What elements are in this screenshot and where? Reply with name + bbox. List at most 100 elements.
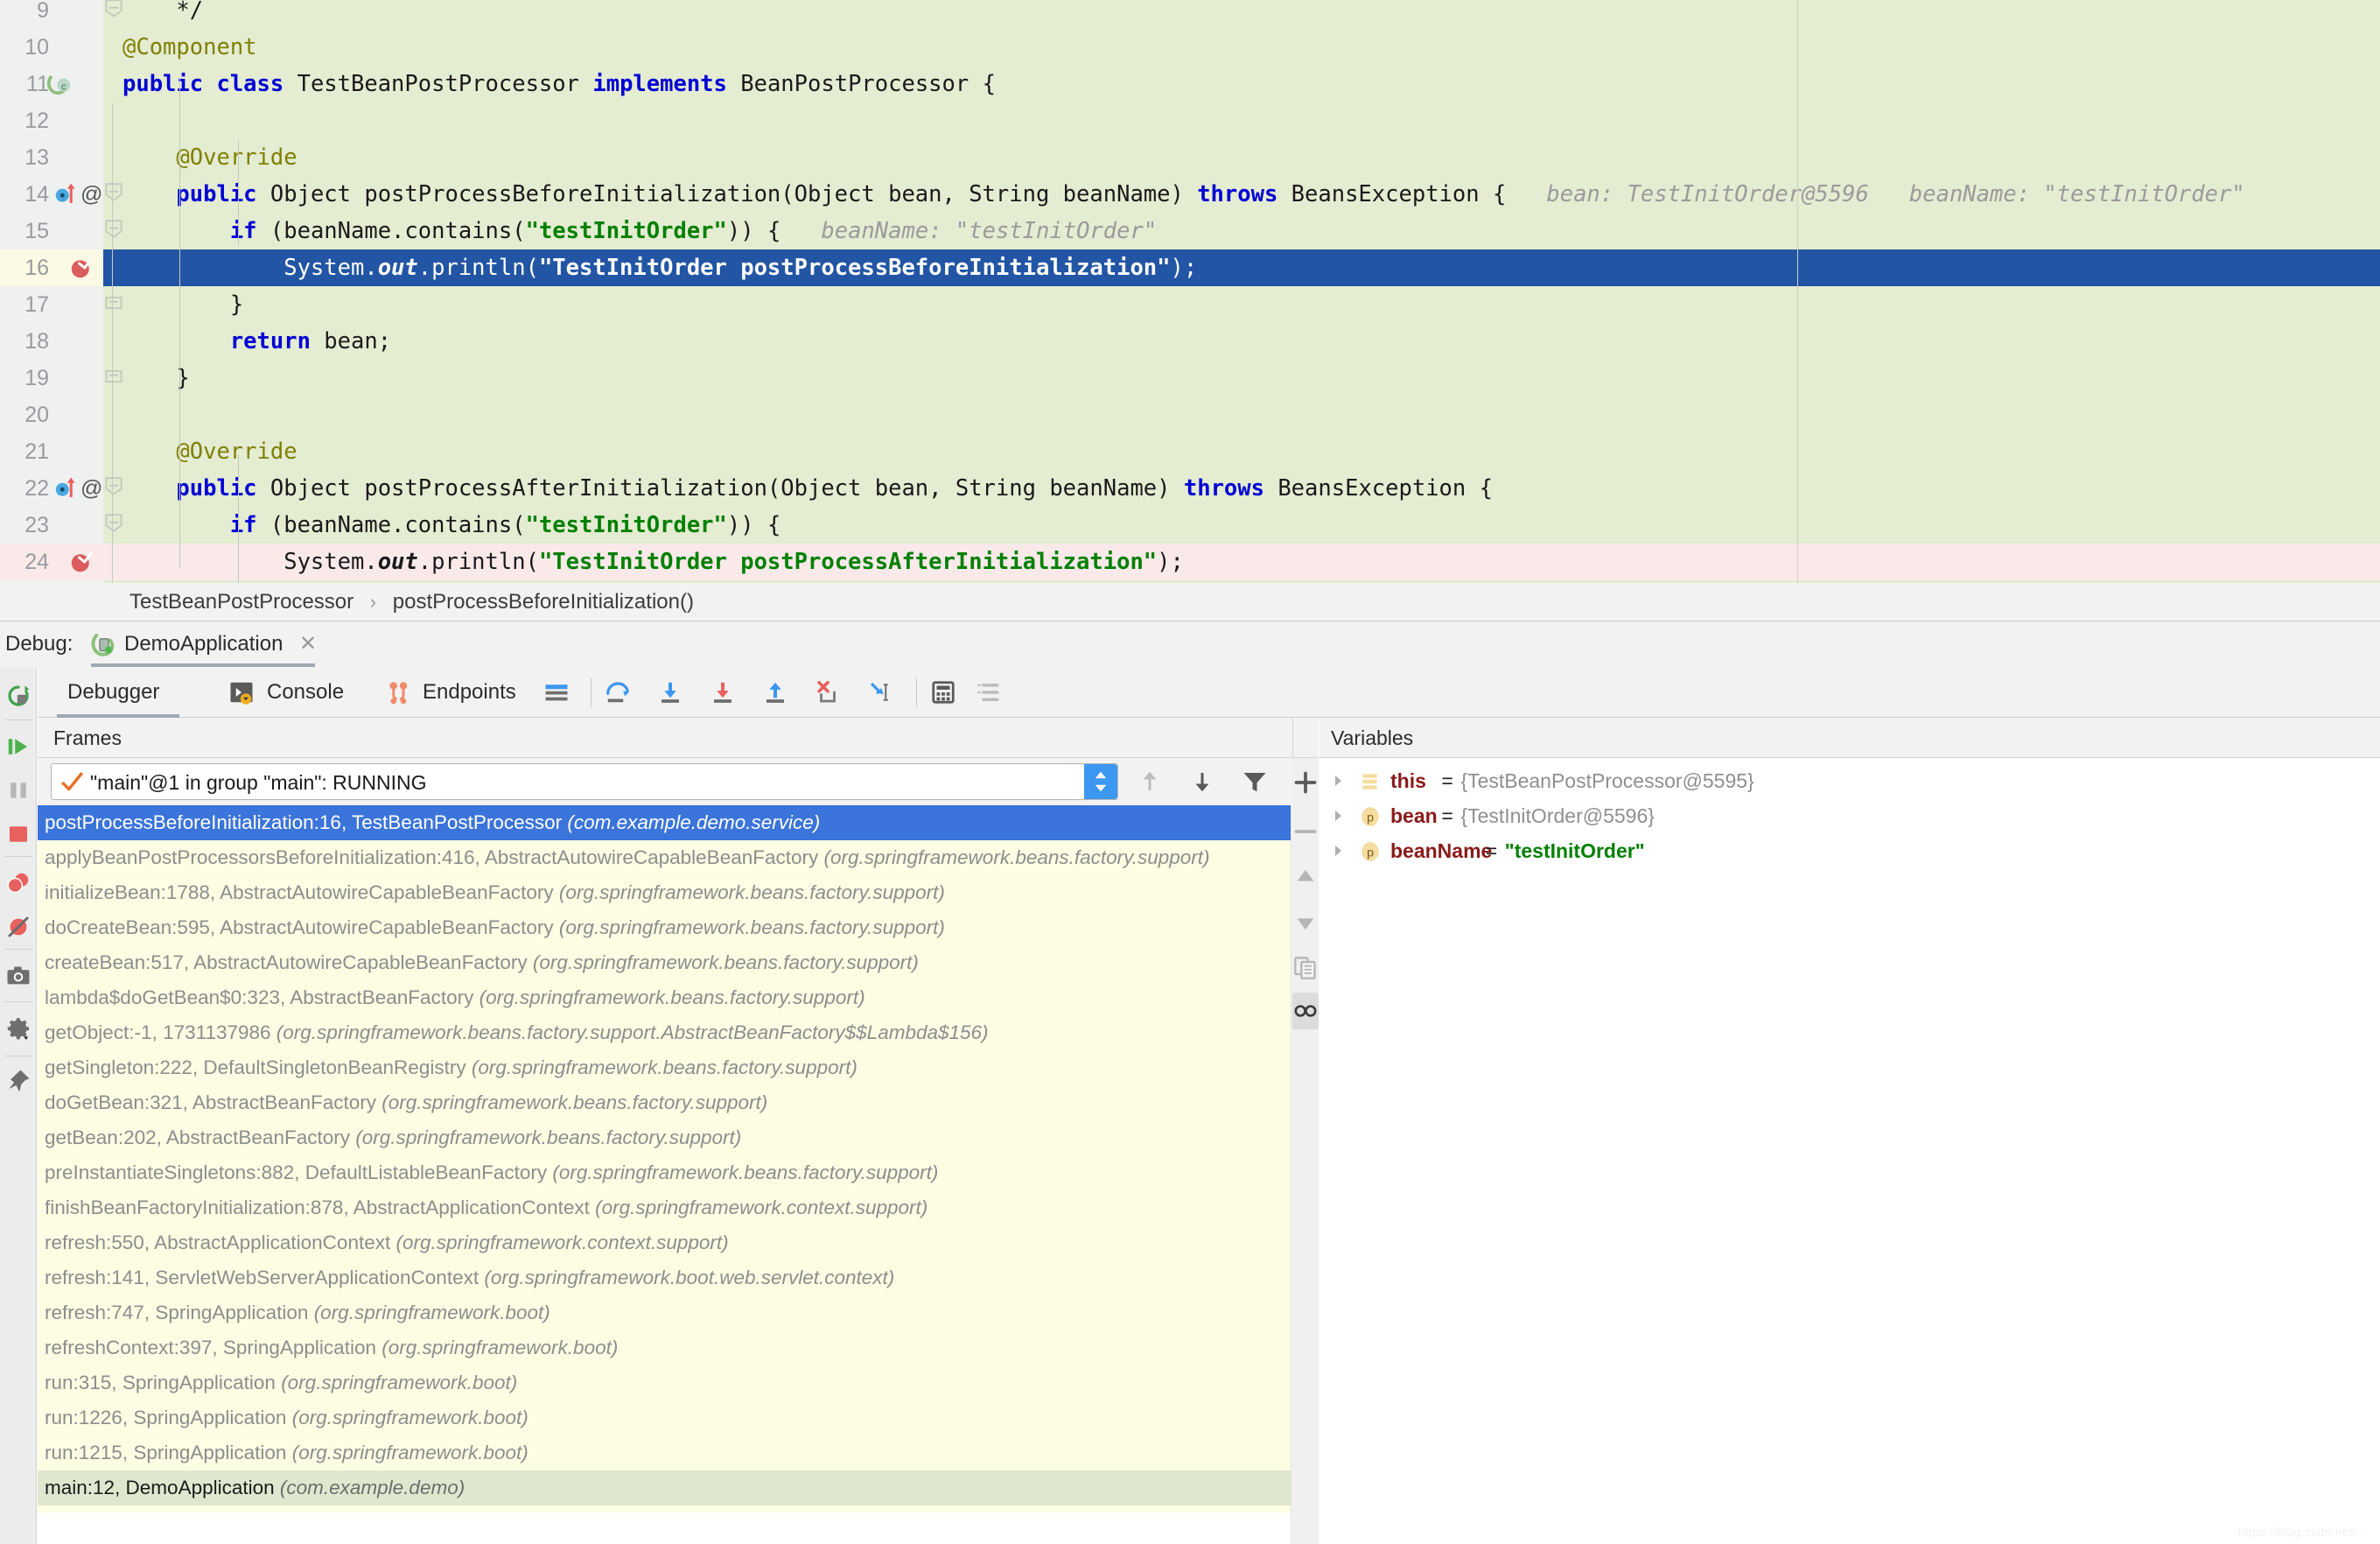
inspect-icon-button[interactable] [1292, 993, 1319, 1029]
copy-value-icon[interactable] [1293, 956, 1318, 980]
code-line[interactable]: @Override [0, 433, 2380, 470]
frame-row[interactable]: run:315, SpringApplication (org.springfr… [38, 1365, 1291, 1400]
resume-program-icon[interactable] [5, 733, 32, 760]
settings-icon[interactable] [5, 1015, 32, 1042]
debug-side-toolbar[interactable] [0, 667, 37, 1544]
fold-marker-icon[interactable] [105, 293, 122, 312]
thread-selector[interactable]: "main"@1 in group "main": RUNNING [51, 763, 1118, 800]
gutter-line[interactable]: 23 [0, 507, 103, 544]
breadcrumb[interactable]: TestBeanPostProcessor › postProcessBefor… [0, 583, 2380, 621]
expand-arrow-icon[interactable] [1331, 844, 1345, 858]
breadcrumb-method[interactable]: postProcessBeforeInitialization() [393, 590, 694, 614]
mute-breakpoints-icon[interactable] [5, 914, 32, 940]
frames-list[interactable]: postProcessBeforeInitialization:16, Test… [38, 805, 1318, 1544]
frame-row[interactable]: refreshContext:397, SpringApplication (o… [38, 1330, 1291, 1365]
fold-marker-icon[interactable] [105, 367, 122, 386]
variable-row[interactable]: this={TestBeanPostProcessor@5595} [1319, 763, 2380, 798]
code-line[interactable]: return bean; [0, 323, 2380, 360]
fold-marker-icon[interactable] [105, 477, 122, 496]
frame-row[interactable]: refresh:550, AbstractApplicationContext … [38, 1225, 1291, 1260]
code-line[interactable]: System.out.println("TestInitOrder postPr… [0, 544, 2380, 580]
gutter-line[interactable]: 19 [0, 360, 103, 397]
variable-row[interactable]: pbeanName="testInitOrder" [1319, 833, 2380, 868]
stop-icon[interactable] [5, 821, 32, 847]
code-line[interactable]: if (beanName.contains("testInitOrder")) … [0, 507, 2380, 544]
gutter-line[interactable]: 21 [0, 433, 103, 470]
drop-frame-icon[interactable] [815, 679, 841, 705]
code-line[interactable]: @Component [0, 29, 2380, 66]
frames-down-icon[interactable] [1189, 768, 1215, 795]
frame-row[interactable]: preInstantiateSingletons:882, DefaultLis… [38, 1155, 1291, 1190]
frame-row[interactable]: run:1226, SpringApplication (org.springf… [38, 1400, 1291, 1435]
fold-marker-icon[interactable] [105, 183, 122, 202]
force-step-into-icon[interactable] [710, 679, 736, 705]
code-line[interactable]: if (beanName.contains("testInitOrder")) … [0, 213, 2380, 249]
frame-row[interactable]: doGetBean:321, AbstractBeanFactory (org.… [38, 1085, 1291, 1120]
breakpoint-icon[interactable] [68, 549, 94, 575]
gutter-line[interactable]: 15 [0, 213, 103, 249]
code-line[interactable]: public Object postProcessBeforeInitializ… [0, 176, 2380, 213]
code-line[interactable]: @Override [0, 139, 2380, 176]
step-into-icon[interactable] [657, 679, 683, 705]
frame-row[interactable]: finishBeanFactoryInitialization:878, Abs… [38, 1190, 1291, 1225]
fold-marker-icon[interactable] [105, 514, 122, 533]
gutter-line[interactable]: 10 [0, 29, 103, 66]
gutter-line[interactable]: 20 [0, 397, 103, 433]
variable-row[interactable]: pbean={TestInitOrder@5596} [1319, 798, 2380, 833]
move-down-icon[interactable] [1293, 910, 1318, 935]
debugger-toolbar[interactable]: Debugger Console Endpoints [38, 667, 2380, 718]
breadcrumb-class[interactable]: TestBeanPostProcessor [130, 590, 354, 614]
thread-dropdown-spinner[interactable] [1084, 764, 1117, 799]
frame-row[interactable]: createBean:517, AbstractAutowireCapableB… [38, 945, 1291, 980]
code-line[interactable] [0, 397, 2380, 433]
remove-watch-icon[interactable] [1293, 819, 1318, 844]
frame-row[interactable]: run:1215, SpringApplication (org.springf… [38, 1435, 1291, 1470]
step-out-icon[interactable] [762, 679, 788, 705]
frame-row[interactable]: getObject:-1, 1731137986 (org.springfram… [38, 1015, 1291, 1050]
view-breakpoints-icon[interactable] [5, 870, 32, 896]
move-up-icon[interactable] [1293, 865, 1318, 889]
expand-arrow-icon[interactable] [1331, 774, 1345, 788]
code-line[interactable]: */ [0, 0, 2380, 29]
gutter-line[interactable]: 18 [0, 323, 103, 360]
gutter-line[interactable]: 9 [0, 0, 103, 29]
step-over-icon[interactable] [605, 679, 631, 705]
gutter-line[interactable]: 12 [0, 102, 103, 139]
show-execution-point-icon[interactable] [543, 679, 570, 705]
rerun-icon[interactable] [5, 683, 32, 709]
close-icon[interactable]: ✕ [299, 621, 317, 667]
frame-row[interactable]: initializeBean:1788, AbstractAutowireCap… [38, 875, 1291, 910]
run-tab-label[interactable]: DemoApplication [124, 621, 283, 667]
tab-debugger[interactable]: Debugger [64, 667, 163, 718]
frame-row[interactable]: postProcessBeforeInitialization:16, Test… [38, 805, 1291, 840]
spring-bean-icon[interactable]: c [47, 71, 74, 97]
frame-row[interactable]: refresh:747, SpringApplication (org.spri… [38, 1295, 1291, 1330]
screenshot-icon[interactable] [5, 963, 32, 989]
evaluate-expression-icon[interactable] [930, 679, 956, 705]
fold-marker-icon[interactable] [105, 220, 122, 239]
console-icon[interactable] [228, 679, 255, 705]
annotation-marker-icon[interactable]: @ [80, 475, 102, 502]
tab-console[interactable]: Console [263, 667, 347, 718]
variables-toolbar[interactable] [1292, 758, 1319, 1544]
pin-icon[interactable] [5, 1068, 32, 1094]
variables-list[interactable]: this={TestBeanPostProcessor@5595}pbean={… [1319, 758, 2380, 1544]
code-line[interactable]: } [0, 360, 2380, 397]
frame-row[interactable]: refresh:141, ServletWebServerApplication… [38, 1260, 1291, 1295]
fold-marker-icon[interactable] [105, 0, 122, 18]
layout-settings-icon[interactable] [976, 679, 1002, 705]
pause-program-icon[interactable] [5, 777, 32, 804]
override-method-icon[interactable] [52, 181, 79, 207]
code-line[interactable]: System.out.println("TestInitOrder postPr… [0, 249, 2380, 286]
frame-row[interactable]: getBean:202, AbstractBeanFactory (org.sp… [38, 1120, 1291, 1155]
frames-up-icon[interactable] [1137, 768, 1163, 795]
frame-row[interactable]: doCreateBean:595, AbstractAutowireCapabl… [38, 910, 1291, 945]
gutter-line[interactable]: 13 [0, 139, 103, 176]
code-line[interactable]: public class TestBeanPostProcessor imple… [0, 66, 2380, 102]
frame-row[interactable]: main:12, DemoApplication (com.example.de… [38, 1470, 1291, 1505]
code-line[interactable] [0, 102, 2380, 139]
breakpoint-icon[interactable] [68, 255, 94, 281]
frame-row[interactable]: lambda$doGetBean$0:323, AbstractBeanFact… [38, 980, 1291, 1015]
code-line[interactable]: public Object postProcessAfterInitializa… [0, 470, 2380, 507]
frames-filter-icon[interactable] [1242, 768, 1268, 795]
